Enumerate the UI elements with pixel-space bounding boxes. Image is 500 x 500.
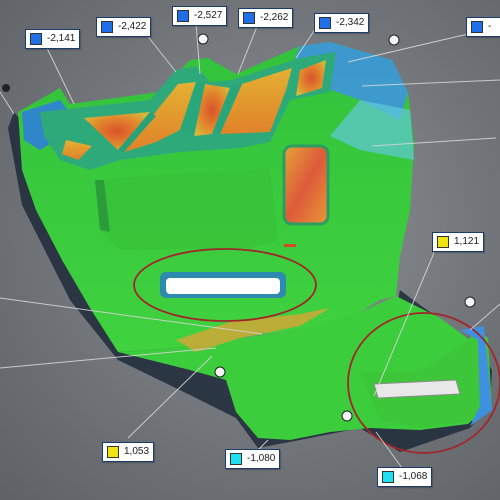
reference-sphere (2, 84, 10, 92)
deviation-callout[interactable]: -2,527 (172, 6, 228, 26)
deviation-callout[interactable]: -2,141 (25, 29, 81, 49)
deviation-color-swatch (471, 21, 483, 33)
reference-sphere (214, 366, 226, 378)
embossed-panel (95, 168, 278, 250)
deviation-value: -1,080 (247, 453, 276, 464)
3d-inspection-viewport[interactable]: -2,141 -2,422 -2,527 -2,262 -2,342 - 1,1… (0, 0, 500, 500)
deviation-value: -2,342 (336, 17, 365, 28)
deviation-value: 1,053 (124, 446, 150, 457)
deviation-value: -2,422 (118, 21, 147, 32)
reference-sphere (388, 34, 400, 46)
deviation-callout[interactable]: -2,422 (96, 17, 152, 37)
deviation-value: 1,121 (454, 236, 480, 247)
surface-marker (284, 244, 296, 247)
deviation-value: - (488, 21, 492, 32)
deviation-color-swatch (230, 453, 242, 465)
deviation-color-swatch (107, 446, 119, 458)
orange-rect-panel (282, 144, 330, 226)
scanned-part-scene (0, 23, 500, 469)
deviation-color-swatch (101, 21, 113, 33)
reference-sphere (197, 33, 209, 45)
reference-sphere (464, 296, 476, 308)
deviation-callout[interactable]: -1,068 (377, 467, 433, 487)
deviation-color-swatch (382, 471, 394, 483)
deviation-color-swatch (243, 12, 255, 24)
deviation-callout[interactable]: -1,080 (225, 449, 281, 469)
deviation-color-swatch (437, 236, 449, 248)
deviation-callout[interactable]: - (466, 17, 500, 37)
deviation-callout[interactable]: -2,342 (314, 13, 370, 33)
deviation-color-swatch (30, 33, 42, 45)
deviation-callout[interactable]: 1,121 (432, 232, 485, 252)
deviation-value: -2,262 (260, 12, 289, 23)
deviation-color-swatch (177, 10, 189, 22)
slot-opening-inner (166, 278, 280, 294)
deviation-value: -2,527 (194, 10, 223, 21)
deviation-callout[interactable]: 1,053 (102, 442, 155, 462)
deviation-callout[interactable]: -2,262 (238, 8, 294, 28)
deviation-color-swatch (319, 17, 331, 29)
deviation-value: -1,068 (399, 471, 428, 482)
deviation-value: -2,141 (47, 33, 76, 44)
reference-sphere (341, 410, 353, 422)
